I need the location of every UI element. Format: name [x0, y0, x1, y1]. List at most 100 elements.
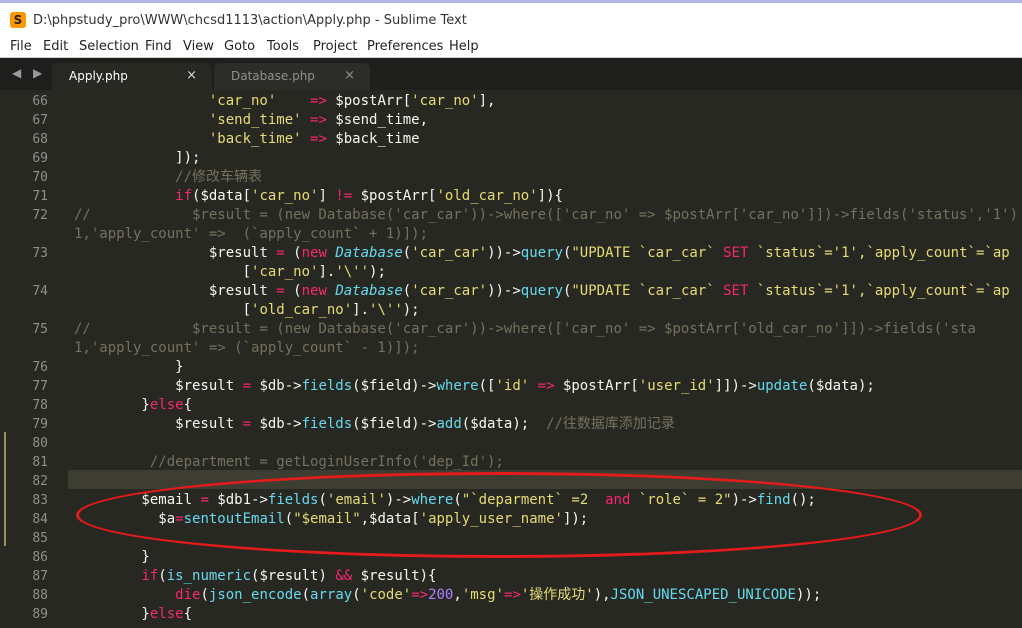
- code-token: // $result = (new Database('car_car'))->…: [74, 321, 976, 337]
- line-number: 67: [32, 113, 48, 128]
- code-token: ),: [593, 587, 611, 603]
- code-token: }: [74, 397, 150, 413]
- code-line: ]);: [74, 149, 200, 168]
- code-token: [: [74, 302, 252, 318]
- code-line: $result = (new Database('car_car'))->que…: [74, 282, 1010, 301]
- tab-nav-arrows-icon[interactable]: ◀ ▶: [12, 66, 46, 80]
- code-token: else: [149, 397, 184, 413]
- code-token: where: [411, 492, 454, 508]
- line-number: 76: [32, 360, 48, 375]
- line-number: 75: [32, 322, 48, 337]
- line-number: 89: [32, 607, 48, 622]
- code-token: query: [520, 283, 563, 299]
- menu-edit[interactable]: Edit: [43, 39, 68, 54]
- code-token: $result){: [352, 568, 437, 584]
- code-token: fields: [301, 378, 353, 394]
- code-token: `status`='1',`apply_count`=`ap: [748, 245, 1010, 261]
- code-line: }else{: [74, 396, 192, 415]
- code-token: =>: [411, 587, 429, 603]
- title-bar: S D:\phpstudy_pro\WWW\chcsd1113\action\A…: [0, 0, 1022, 36]
- code-editor[interactable]: 66 67 68 69 70 71 72 73 74 75 76 77 78 79 80 81 82 83 84 85…: [0, 90, 1022, 628]
- code-token: ],: [478, 93, 496, 109]
- menu-find[interactable]: Find: [145, 39, 172, 54]
- code-token: 'old_car_no': [436, 188, 538, 204]
- line-number: 78: [32, 398, 48, 413]
- close-icon[interactable]: ×: [344, 68, 355, 83]
- code-token: (: [402, 283, 412, 299]
- code-token: $back_time: [326, 131, 420, 147]
- tab-database-php[interactable]: Database.php ×: [214, 63, 370, 90]
- code-token: $result: [74, 416, 243, 432]
- code-token: (: [301, 587, 311, 603]
- code-token: new: [301, 245, 327, 261]
- code-token: =: [276, 245, 285, 261]
- line-number: 85: [32, 531, 48, 546]
- code-token: $result: [74, 245, 277, 261]
- close-icon[interactable]: ×: [186, 68, 197, 83]
- menu-goto[interactable]: Goto: [224, 39, 255, 54]
- code-token: ]])->: [714, 378, 757, 394]
- code-token: ,: [453, 587, 462, 603]
- tab-label: Apply.php: [69, 69, 128, 83]
- menu-view[interactable]: View: [183, 39, 214, 54]
- menu-project[interactable]: Project: [313, 39, 357, 54]
- code-token: =>: [310, 131, 327, 147]
- code-line: 'send_time' => $send_time,: [74, 111, 428, 130]
- code-line: 'car_no' => $postArr['car_no'],: [74, 92, 496, 111]
- code-token: `role` = 2": [630, 492, 732, 508]
- code-token: "`deparment` =2: [461, 492, 606, 508]
- menu-help[interactable]: Help: [449, 39, 479, 54]
- code-token: ([: [478, 378, 496, 394]
- code-token: 'apply_user_name': [419, 511, 563, 527]
- code-token: query: [520, 245, 563, 261]
- code-token: else: [149, 606, 184, 622]
- code-token: if: [175, 188, 193, 204]
- code-token: ]);: [74, 150, 201, 166]
- code-token: find: [756, 492, 791, 508]
- line-number: 70: [32, 170, 48, 185]
- code-token: 'old_car_no': [251, 302, 353, 318]
- code-token: $send_time,: [326, 112, 429, 128]
- code-token: )->: [385, 492, 412, 508]
- window-title: D:\phpstudy_pro\WWW\chcsd1113\action\App…: [33, 13, 467, 28]
- menu-preferences[interactable]: Preferences: [367, 39, 443, 54]
- code-token: $db->: [251, 378, 302, 394]
- code-token: =>: [310, 93, 327, 109]
- code-token: new: [301, 283, 327, 299]
- menu-file[interactable]: File: [10, 39, 32, 54]
- code-token: 'user_id': [638, 378, 715, 394]
- menu-tools[interactable]: Tools: [267, 39, 299, 54]
- code-line: ['car_no'].'\'');: [74, 263, 386, 282]
- code-line: }: [74, 548, 150, 567]
- code-token: fields: [267, 492, 319, 508]
- code-token: "UPDATE `car_car`: [571, 245, 724, 261]
- code-token: ,$data[: [360, 511, 420, 527]
- tab-apply-php[interactable]: Apply.php ×: [52, 63, 212, 90]
- code-token: 'send_time': [208, 112, 302, 128]
- code-token: (: [402, 245, 412, 261]
- code-token: =>: [503, 587, 521, 603]
- line-number: 84: [32, 512, 48, 527]
- menu-selection[interactable]: Selection: [79, 39, 139, 54]
- code-token: $postArr[: [554, 378, 639, 394]
- tab-label: Database.php: [231, 69, 315, 83]
- code-line: $email = $db1->fields('email')->where("`…: [74, 491, 816, 510]
- code-line: // $result = (new Database('car_car'))->…: [74, 206, 1018, 225]
- code-token: 1,'apply_count' => (`apply_count` + 1)])…: [74, 226, 429, 242]
- line-number: 68: [32, 132, 48, 147]
- code-line: //修改车辆表: [74, 168, 262, 187]
- code-token: and: [605, 492, 631, 508]
- code-token: );: [402, 302, 420, 318]
- code-token: //往数据库添加记录: [546, 416, 675, 432]
- code-token: ();: [790, 492, 816, 508]
- code-token: 200: [428, 587, 454, 603]
- code-token: }: [74, 549, 150, 565]
- code-token: //department = getLoginUserInfo('dep_Id'…: [149, 454, 504, 470]
- code-token: (: [200, 587, 209, 603]
- code-token: ));: [795, 587, 822, 603]
- code-token: {: [183, 397, 193, 413]
